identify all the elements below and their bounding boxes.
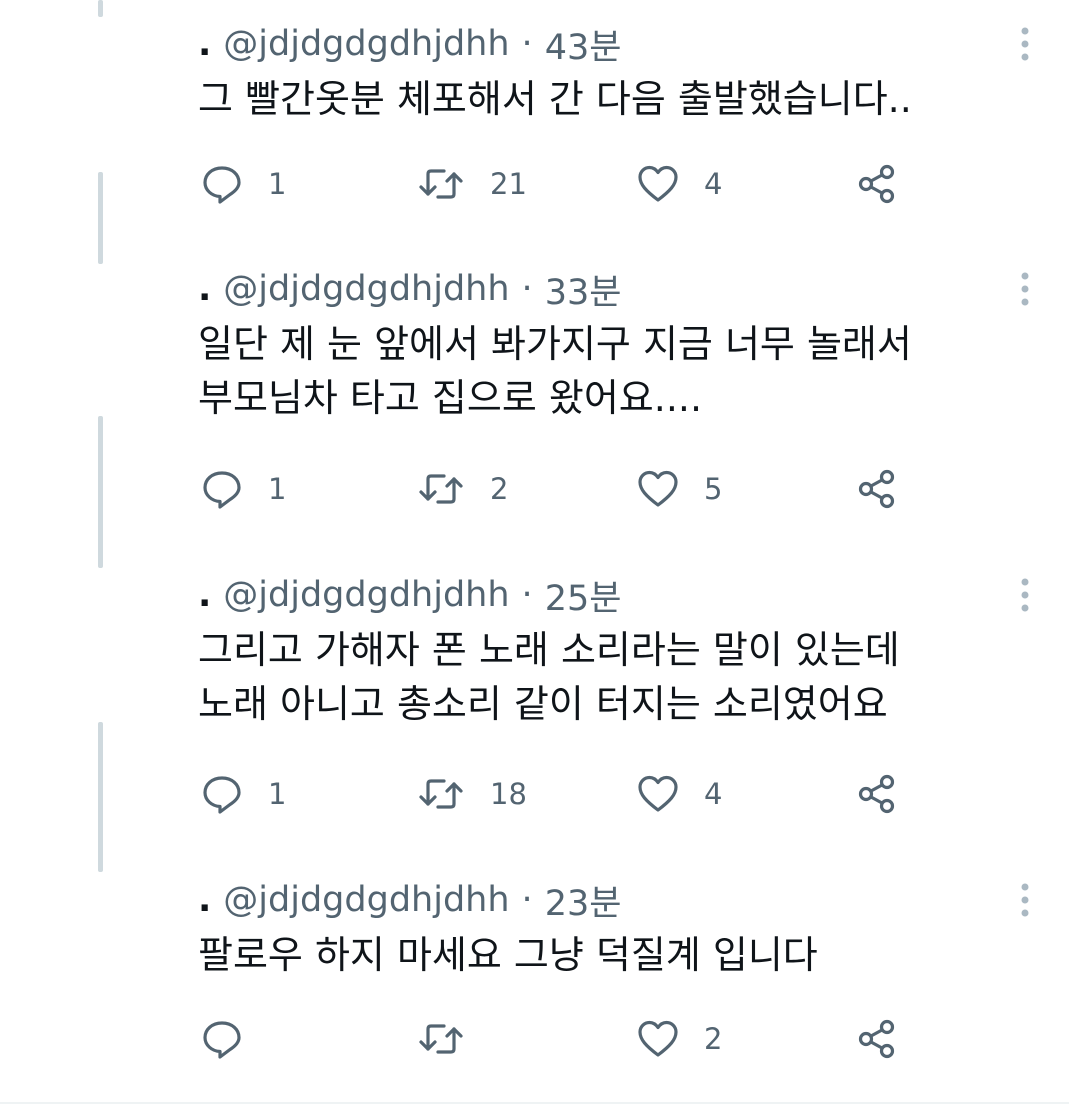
share-button[interactable] [855,162,899,206]
user-handle[interactable]: @jdjdgdgdhjdhh [223,24,509,64]
thread-line [98,0,103,17]
like-count: 4 [704,167,723,201]
more-vertical-icon[interactable] [1015,577,1035,613]
reply-button[interactable]: 1 [200,467,286,511]
share-button[interactable] [855,1017,899,1061]
reply-button[interactable]: 1 [200,772,286,816]
like-button[interactable]: 4 [636,162,722,206]
tweet-text: 그 빨간옷분 체포해서 간 다음 출발했습니다.. [198,77,912,121]
divider [0,1102,1069,1104]
reply-button[interactable] [200,1017,268,1061]
reply-count: 1 [268,472,287,506]
like-count: 2 [704,1022,723,1056]
separator-dot: · [521,575,533,615]
tweet-text: 일단 제 눈 앞에서 봐가지구 지금 너무 놀래서 부모님차 타고 집으로 왔어… [198,322,912,420]
heart-icon [638,165,678,202]
heart-icon [638,1020,678,1057]
tweet-text: 팔로우 하지 마세요 그냥 덕질계 입니다 [198,933,818,977]
more-vertical-icon[interactable] [1015,26,1035,62]
reply-icon [203,166,241,204]
tweet-actions: 1 18 4 [200,772,920,816]
display-name[interactable]: . [198,24,211,64]
like-button[interactable]: 4 [636,772,722,816]
reply-button[interactable]: 1 [200,162,286,206]
reply-count: 1 [268,777,287,811]
tweet-time[interactable]: 25분 [545,570,622,621]
share-button[interactable] [855,467,899,511]
tweet[interactable]: . @jdjdgdgdhjdhh · 23분 팔로우 하지 마세요 그냥 덕질계… [0,874,1069,1084]
tweet-actions: 2 [200,1017,920,1061]
share-button[interactable] [855,772,899,816]
like-button[interactable]: 5 [636,467,722,511]
like-count: 5 [704,472,723,506]
display-name[interactable]: . [198,880,211,920]
more-vertical-icon[interactable] [1015,882,1035,918]
retweet-count: 21 [490,167,527,201]
display-name[interactable]: . [198,269,211,309]
reply-icon [203,1021,241,1059]
display-name[interactable]: . [198,575,211,615]
share-icon [858,469,895,509]
retweet-icon [419,169,463,199]
retweet-button[interactable]: 21 [416,162,527,206]
tweet[interactable]: . @jdjdgdgdhjdhh · 33분 일단 제 눈 앞에서 봐가지구 지… [0,263,1069,523]
retweet-icon [419,1024,463,1054]
tweet[interactable]: . @jdjdgdgdhjdhh · 25분 그리고 가해자 폰 노래 소리라는… [0,569,1069,829]
separator-dot: · [521,24,533,64]
retweet-button[interactable] [416,1017,490,1061]
share-icon [858,774,895,814]
reply-icon [203,471,241,509]
more-vertical-icon[interactable] [1015,271,1035,307]
user-handle[interactable]: @jdjdgdgdhjdhh [223,575,509,615]
share-icon [858,1019,895,1059]
tweet-time[interactable]: 43분 [545,19,622,70]
retweet-count: 18 [490,777,527,811]
reply-icon [203,776,241,814]
retweet-button[interactable]: 2 [416,467,508,511]
tweet-header: . @jdjdgdgdhjdhh · 33분 [198,263,621,315]
tweet-header: . @jdjdgdgdhjdhh · 25분 [198,569,621,621]
retweet-icon [419,779,463,809]
user-handle[interactable]: @jdjdgdgdhjdhh [223,880,509,920]
like-button[interactable]: 2 [636,1017,722,1061]
retweet-icon [419,474,463,504]
heart-icon [638,775,678,812]
tweet-text: 그리고 가해자 폰 노래 소리라는 말이 있는데 노래 아니고 총소리 같이 터… [198,628,900,726]
heart-icon [638,470,678,507]
user-handle[interactable]: @jdjdgdgdhjdhh [223,269,509,309]
retweet-button[interactable]: 18 [416,772,527,816]
reply-count: 1 [268,167,287,201]
tweet-time[interactable]: 23분 [545,875,622,926]
tweet-actions: 1 21 4 [200,162,920,206]
separator-dot: · [521,880,533,920]
tweet-header: . @jdjdgdgdhjdhh · 43분 [198,18,621,70]
tweet-header: . @jdjdgdgdhjdhh · 23분 [198,874,621,926]
tweet-actions: 1 2 5 [200,467,920,511]
share-icon [858,164,895,204]
separator-dot: · [521,269,533,309]
like-count: 4 [704,777,723,811]
tweet-time[interactable]: 33분 [545,264,622,315]
retweet-count: 2 [490,472,509,506]
tweet[interactable]: . @jdjdgdgdhjdhh · 43분 그 빨간옷분 체포해서 간 다음 … [0,18,1069,218]
